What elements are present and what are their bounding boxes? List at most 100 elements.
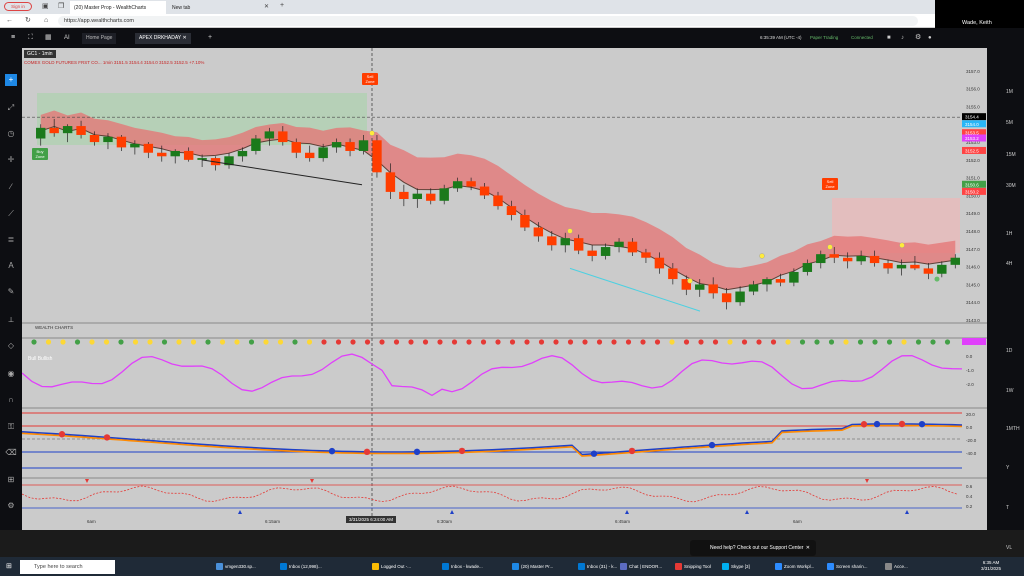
trash-icon[interactable]: ⌫ — [5, 447, 17, 459]
time-tick-label: 6am — [793, 519, 802, 524]
layouts-icon[interactable]: ▦ — [45, 32, 52, 44]
taskbar-app[interactable]: (20) Master Pr... — [512, 561, 553, 573]
refresh-icon[interactable]: ↻ — [25, 15, 31, 27]
timeframe-1w[interactable]: 1W — [1006, 388, 1014, 394]
pen-icon[interactable]: ✎ — [5, 286, 17, 298]
timeframe-30m[interactable]: 30M — [1006, 183, 1016, 189]
timeframe-5m[interactable]: 5M — [1006, 120, 1013, 126]
signal-dot-row — [683, 339, 690, 345]
osc2-tick-label: 0.0 — [966, 425, 973, 430]
browser-tab-new[interactable]: New tab — [168, 1, 268, 14]
signal-dot-row — [828, 339, 835, 345]
signal-dot-green — [934, 276, 940, 282]
paper-trading-status[interactable]: Paper Trading — [810, 35, 838, 40]
magnet-icon[interactable]: ∩ — [5, 394, 17, 406]
timeframe-vl[interactable]: VL — [1006, 545, 1012, 551]
support-toast[interactable]: Need help? Check out our Support Center … — [690, 540, 816, 556]
layers-icon[interactable]: ⊞ — [5, 474, 17, 486]
close-icon[interactable]: ✕ — [806, 540, 810, 556]
save-icon[interactable]: ■ — [887, 32, 891, 44]
shapes-icon[interactable]: ◇ — [5, 340, 17, 352]
lock-icon[interactable]: ⚿ — [5, 421, 17, 433]
symbol-info: COMEX GOLD FUTURES FRST CO... 1min 3151.… — [24, 60, 205, 65]
fib-icon[interactable]: ≣ — [5, 234, 17, 246]
crosshair-icon[interactable]: ✛ — [5, 154, 17, 166]
candle-body — [331, 142, 342, 148]
price-tick-label: 3146.0 — [966, 265, 980, 270]
taskbar-app[interactable]: Inbox (12,998)... — [280, 561, 322, 573]
candle-body — [493, 195, 503, 207]
timeframe-15m[interactable]: 15M — [1006, 152, 1016, 158]
signal-dot-row — [930, 339, 936, 345]
signal-dot-row — [567, 339, 574, 345]
ray-icon[interactable]: ⟋ — [5, 208, 17, 220]
settings-icon[interactable]: ⚙ — [5, 500, 17, 512]
clock-icon[interactable]: ◷ — [5, 128, 17, 140]
tab-apex[interactable]: APEX DRKHADAY ✕ — [135, 33, 191, 44]
close-tab-icon[interactable]: ✕ — [264, 1, 269, 13]
candle-body — [62, 126, 73, 134]
ai-icon[interactable]: AI — [64, 32, 70, 44]
candle-body — [399, 191, 409, 200]
time-tick-label: 6:30am — [437, 519, 452, 524]
taskbar-app[interactable]: Zoom Workpl... — [775, 561, 814, 573]
back-icon[interactable]: ← — [6, 15, 13, 27]
signal-dot-row — [306, 339, 313, 345]
bell-icon[interactable]: ♪ — [901, 32, 904, 44]
candle-body — [668, 268, 678, 280]
timeframe-1mth[interactable]: 1MTH — [1006, 426, 1020, 432]
timeframe-1m[interactable]: 1M — [1006, 89, 1013, 95]
taskbar-app[interactable]: Inbox - kwade... — [442, 561, 483, 573]
signal-dot-row — [480, 339, 487, 345]
timeframe-1h[interactable]: 1H — [1006, 231, 1012, 237]
timeframe-t[interactable]: T — [1006, 505, 1009, 511]
price-tick-label: 3152.0 — [966, 158, 980, 163]
signal-dot-row — [292, 339, 298, 345]
taskbar-app[interactable]: Skype [3] — [722, 561, 750, 573]
eye-icon[interactable]: ◉ — [5, 368, 17, 380]
tab-home-page[interactable]: Home Page — [82, 33, 117, 44]
new-tab-icon[interactable]: + — [280, 0, 284, 12]
add-tab-icon[interactable]: + — [208, 32, 212, 44]
timeframe-y[interactable]: Y — [1006, 465, 1009, 471]
taskbar-app[interactable]: Chat | ENDOR... — [620, 561, 662, 573]
candle-body — [358, 140, 369, 151]
fullscreen-icon[interactable]: ⛶ — [28, 32, 33, 44]
user-icon[interactable]: ● — [928, 32, 932, 44]
sign-in-button[interactable]: Sign in — [4, 2, 32, 11]
taskbar-app[interactable]: vmgen330.sp... — [216, 561, 256, 573]
browser-tab-active[interactable]: (20) Master Prop - WealthCharts — [70, 1, 166, 14]
trend-tool-icon[interactable]: ⤢ — [5, 102, 17, 114]
taskbar-search[interactable]: Type here to search — [20, 560, 115, 574]
signal-dot-row — [45, 339, 52, 345]
taskbar-app[interactable]: Logged Out -... — [372, 561, 411, 573]
osc-cross-dot — [58, 431, 66, 438]
url-field[interactable]: https://app.wealthcharts.com — [58, 16, 918, 26]
add-icon[interactable]: + — [5, 74, 17, 86]
taskbar-app[interactable]: Inbox (31) - k... — [578, 561, 617, 573]
price-chart[interactable]: SellZoneSellZoneBuyZone 3157.03156.03155… — [22, 48, 987, 530]
timeframe-4h[interactable]: 4H — [1006, 261, 1012, 267]
taskbar-app[interactable]: Screen sharin... — [827, 561, 868, 573]
symbol-label[interactable]: GC1 - 1min — [24, 50, 56, 58]
price-badge-text: 3154.0 — [965, 122, 979, 127]
tab-actions-icon[interactable]: ▣ — [42, 1, 49, 13]
ruler-icon[interactable]: ⟂ — [5, 314, 17, 326]
menu-icon[interactable]: ≡ — [11, 32, 15, 44]
taskbar-app[interactable]: Snipping Tool — [675, 561, 711, 573]
candle-body — [816, 254, 826, 264]
signal-dot-row — [538, 339, 545, 345]
text-icon[interactable]: A — [5, 260, 17, 272]
workspaces-icon[interactable]: ❐ — [58, 1, 64, 13]
time-tick-label: 6:45am — [615, 519, 630, 524]
price-badge-text: 3153.2 — [965, 136, 979, 141]
home-icon[interactable]: ⌂ — [44, 15, 48, 27]
price-tick-label: 3157.0 — [966, 69, 980, 74]
price-tick-label: 3156.0 — [966, 87, 980, 92]
line-tool-icon[interactable]: ∕ — [5, 181, 17, 193]
gear-icon[interactable]: ⚙ — [915, 32, 921, 44]
windows-start-icon[interactable]: ⊞ — [6, 561, 12, 573]
timeframe-1d[interactable]: 1D — [1006, 348, 1012, 354]
taskbar-app[interactable]: Acce... — [885, 561, 908, 573]
candle-body — [143, 143, 154, 153]
